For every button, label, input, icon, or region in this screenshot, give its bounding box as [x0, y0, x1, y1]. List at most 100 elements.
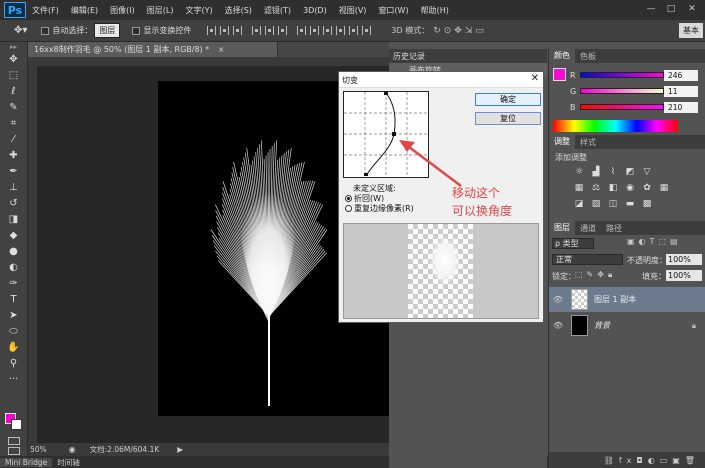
move-tool-icon[interactable]: ✥▾ — [14, 25, 27, 36]
marquee-tool-icon[interactable]: ⬚ — [4, 68, 24, 83]
posterize-icon[interactable]: ▨ — [590, 199, 602, 209]
menu-type[interactable]: 文字(Y) — [179, 5, 218, 16]
opacity-input[interactable]: 100% — [666, 254, 702, 265]
menu-file[interactable]: 文件(F) — [26, 5, 65, 16]
clone-stamp-tool-icon[interactable]: ⊥ — [4, 180, 24, 195]
threshold-icon[interactable]: ◫ — [607, 199, 619, 209]
tab-mini-bridge[interactable]: Mini Bridge — [0, 457, 53, 467]
layer-row-copy[interactable]: 👁︎ 图层 1 副本 — [549, 287, 705, 312]
workspace-switcher[interactable]: 基本 — [679, 23, 703, 38]
exposure-icon[interactable]: ◩ — [624, 167, 636, 177]
screen-mode-icon[interactable] — [8, 447, 20, 455]
brightness-icon[interactable]: ☼ — [573, 167, 585, 177]
fill-input[interactable]: 100% — [666, 270, 702, 281]
path-select-tool-icon[interactable]: ➤ — [4, 308, 24, 323]
distribute-right-icon[interactable] — [362, 26, 372, 35]
distribute-center-icon[interactable] — [349, 26, 359, 35]
red-value[interactable]: 246 — [664, 69, 698, 81]
close-window-button[interactable]: ✕ — [684, 2, 700, 16]
menu-help[interactable]: 帮助(H) — [415, 5, 455, 16]
tab-swatches[interactable]: 色板 — [575, 51, 601, 62]
move-tool-icon[interactable]: ✥ — [4, 52, 24, 67]
red-slider[interactable] — [580, 72, 664, 78]
lock-icons[interactable]: ⬚✎✥🔒︎ — [575, 270, 616, 280]
color-balance-icon[interactable]: ⚖ — [590, 183, 602, 193]
vibrance-icon[interactable]: ▽ — [641, 167, 653, 177]
status-menu-icon[interactable]: ▶ — [177, 445, 183, 454]
green-slider[interactable] — [580, 88, 664, 94]
tab-adjustments[interactable]: 调整 — [549, 135, 575, 149]
tab-layers[interactable]: 图层 — [549, 221, 575, 235]
minimize-button[interactable]: — — [643, 2, 659, 16]
selective-color-icon[interactable]: ▩ — [641, 199, 653, 209]
eraser-tool-icon[interactable]: ◨ — [4, 212, 24, 227]
layer-name[interactable]: 图层 1 副本 — [594, 294, 636, 305]
menu-edit[interactable]: 编辑(E) — [65, 5, 104, 16]
distribute-middle-icon[interactable] — [310, 26, 320, 35]
healing-brush-tool-icon[interactable]: ✚ — [4, 148, 24, 163]
menu-layer[interactable]: 图层(L) — [141, 5, 180, 16]
crop-tool-icon[interactable]: ⌗ — [4, 116, 24, 131]
dodge-tool-icon[interactable]: ◐ — [4, 260, 24, 275]
menu-3d[interactable]: 3D(D) — [297, 6, 333, 15]
dialog-close-icon[interactable]: ✕ — [531, 73, 539, 84]
background-color-swatch[interactable] — [11, 419, 22, 430]
distribute-left-icon[interactable] — [336, 26, 346, 35]
3d-tools-icons[interactable]: ↻⊙✥⇲▭ — [433, 26, 487, 36]
layer-name[interactable]: 背景 — [594, 320, 610, 331]
pen-tool-icon[interactable]: ✑ — [4, 276, 24, 291]
tab-timeline[interactable]: 时间轴 — [52, 457, 85, 468]
blue-slider[interactable] — [580, 104, 664, 110]
menu-view[interactable]: 视图(V) — [333, 5, 373, 16]
quick-select-tool-icon[interactable]: ✎ — [4, 100, 24, 115]
shape-tool-icon[interactable]: ⬭ — [4, 324, 24, 339]
hue-saturation-icon[interactable]: ▦ — [573, 183, 585, 193]
distribute-bottom-icon[interactable] — [323, 26, 333, 35]
channel-mixer-icon[interactable]: ✿ — [641, 183, 653, 193]
hand-tool-icon[interactable]: ✋ — [4, 340, 24, 355]
green-value[interactable]: 11 — [664, 85, 698, 97]
visibility-eye-icon[interactable]: 👁︎ — [551, 295, 565, 304]
more-tools-icon[interactable]: ··· — [4, 372, 24, 387]
color-spectrum-bar[interactable] — [553, 120, 678, 132]
document-tab[interactable]: 16xx8制作羽毛 @ 50% (图层 1 副本, RGB/8) * × — [28, 42, 278, 57]
layer-filter-icons[interactable]: ▣◐T⬚▤ — [627, 237, 682, 246]
align-right-icon[interactable] — [278, 26, 288, 35]
layers-footer-icons[interactable]: ⛓fx◘◐▭▣🗑︎ — [604, 456, 700, 465]
align-bottom-icon[interactable] — [233, 26, 243, 35]
blur-tool-icon[interactable]: ● — [4, 244, 24, 259]
align-top-icon[interactable] — [207, 26, 217, 35]
history-panel-header[interactable]: 历史记录 — [389, 49, 547, 63]
blend-mode-dropdown[interactable]: 正常 — [552, 254, 623, 265]
layer-filter-dropdown[interactable]: ρ 类型 — [552, 238, 594, 249]
layer-row-background[interactable]: 👁︎ 背景 🔒︎ — [549, 313, 705, 338]
auto-select-checkbox[interactable]: 自动选择： — [41, 25, 92, 36]
visibility-eye-icon[interactable]: 👁︎ — [551, 321, 565, 330]
curves-icon[interactable]: ⌇ — [607, 167, 619, 177]
menu-filter[interactable]: 滤镜(T) — [258, 5, 297, 16]
invert-icon[interactable]: ◪ — [573, 199, 585, 209]
tab-styles[interactable]: 样式 — [575, 137, 601, 148]
align-middle-icon[interactable] — [220, 26, 230, 35]
type-tool-icon[interactable]: T — [4, 292, 24, 307]
color-lookup-icon[interactable]: ▦ — [658, 183, 670, 193]
show-transform-checkbox[interactable]: 显示变换控件 — [132, 25, 191, 36]
distribute-top-icon[interactable] — [297, 26, 307, 35]
eyedropper-tool-icon[interactable]: ⁄ — [4, 132, 24, 147]
color-panel-foreground[interactable] — [553, 68, 566, 81]
status-info-icon[interactable]: ◉ — [69, 445, 76, 454]
history-brush-tool-icon[interactable]: ↺ — [4, 196, 24, 211]
levels-icon[interactable]: ▟ — [590, 167, 602, 177]
menu-window[interactable]: 窗口(W) — [372, 5, 414, 16]
align-center-icon[interactable] — [265, 26, 275, 35]
quick-mask-icon[interactable] — [8, 437, 20, 445]
auto-select-dropdown[interactable]: 图层 — [94, 23, 121, 38]
repeat-edge-radio[interactable]: 重复边缘像素(R) — [345, 203, 414, 214]
tab-channels[interactable]: 通道 — [575, 223, 601, 234]
zoom-tool-icon[interactable]: ⚲ — [4, 356, 24, 371]
menu-select[interactable]: 选择(S) — [219, 5, 258, 16]
maximize-button[interactable]: □ — [663, 2, 679, 16]
lasso-tool-icon[interactable]: ℓ — [4, 84, 24, 99]
wrap-radio-indicator[interactable] — [345, 195, 352, 202]
ok-button[interactable]: 确定 — [475, 93, 541, 106]
